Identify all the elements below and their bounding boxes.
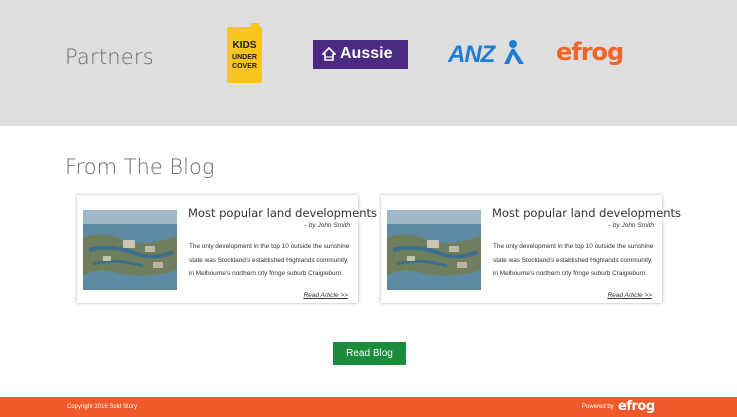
house-icon <box>322 47 336 61</box>
blog-post-title[interactable]: Most popular land developments <box>492 206 681 220</box>
house-roof-icon <box>251 23 259 35</box>
efrog-footer-logo[interactable]: efrog <box>618 399 655 414</box>
blog-post-title[interactable]: Most popular land developments <box>188 206 377 220</box>
aerial-photo-thumbnail <box>83 210 177 290</box>
read-blog-button[interactable]: Read Blog <box>333 342 406 365</box>
blog-card: Most popular land developments - by John… <box>381 195 681 303</box>
powered-by-text: Powered by <box>582 404 614 410</box>
aussie-logo-text: Aussie <box>340 45 393 62</box>
copyright-text: Copyright 2016 Sold Story <box>67 404 138 410</box>
blog-post-excerpt: The only development in the top 10 outsi… <box>493 243 654 277</box>
anz-person-icon <box>504 40 524 64</box>
kuc-line-1: KIDS <box>232 40 257 51</box>
read-article-link[interactable]: Read Article >> <box>303 292 348 299</box>
read-article-link[interactable]: Read Article >> <box>607 292 652 299</box>
blog-heading: From The Blog <box>65 155 215 179</box>
aerial-photo-thumbnail <box>387 210 481 290</box>
kuc-line-2: UNDER <box>232 54 257 61</box>
anz-logo[interactable]: ANZ <box>448 38 526 68</box>
partners-heading: Partners <box>65 45 154 69</box>
blog-post-excerpt: The only development in the top 10 outsi… <box>189 243 350 277</box>
blog-post-author: - by John Smith <box>608 222 654 229</box>
kuc-line-3: COVER <box>232 63 257 70</box>
aussie-logo[interactable]: Aussie <box>313 40 408 69</box>
blog-card: Most popular land developments - by John… <box>77 195 377 303</box>
footer: Copyright 2016 Sold Story Powered by efr… <box>0 397 737 417</box>
anz-logo-text: ANZ <box>448 41 495 68</box>
blog-post-author: - by John Smith <box>304 222 350 229</box>
efrog-logo-text: efrog <box>556 38 624 66</box>
partners-section: Partners KIDS UNDER COVER Aussie ANZ efr… <box>0 0 737 126</box>
kids-under-cover-logo[interactable]: KIDS UNDER COVER <box>227 23 262 83</box>
efrog-logo[interactable]: efrog <box>556 38 626 70</box>
